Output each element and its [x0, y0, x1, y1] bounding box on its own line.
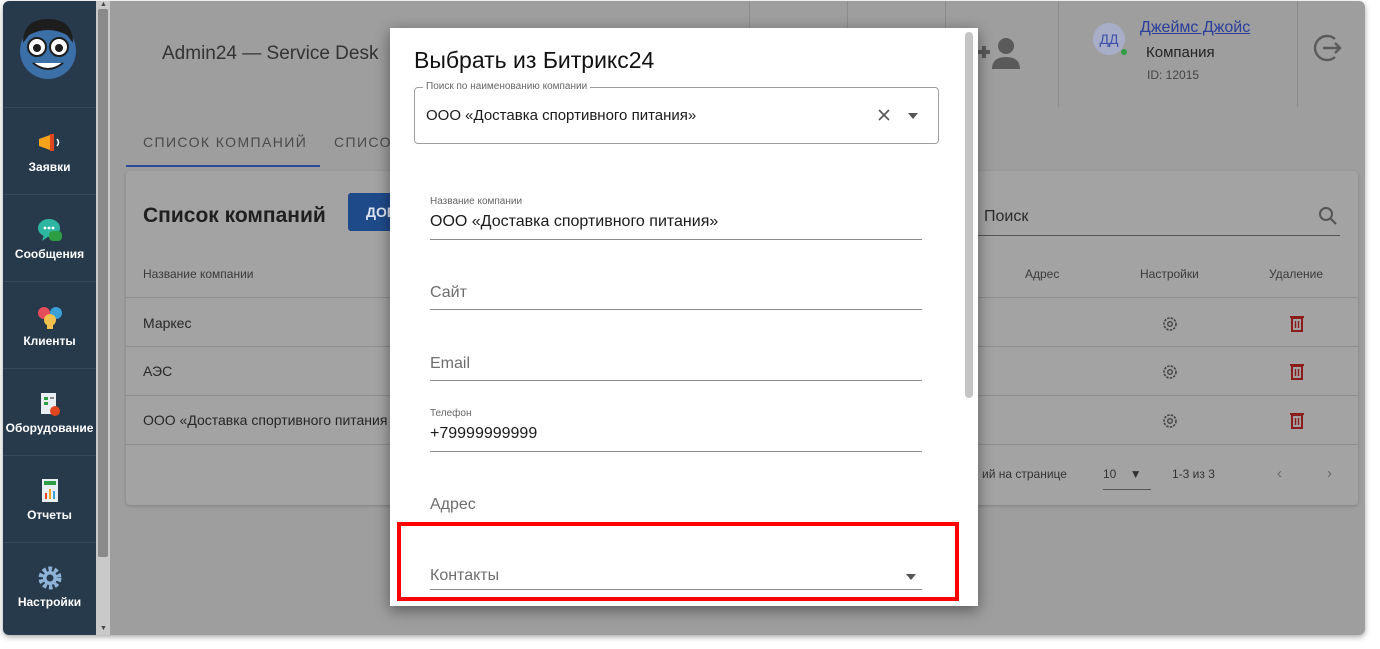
sidebar-item-settings[interactable]: Настройки [3, 542, 96, 628]
settings-gear-icon[interactable] [1161, 363, 1179, 381]
trash-icon[interactable] [1289, 314, 1305, 332]
table-row[interactable]: Маркес [143, 315, 191, 331]
gear-icon [38, 566, 62, 590]
sidebar-item-reports[interactable]: Отчеты [3, 455, 96, 541]
column-header-delete: Удаление [1269, 267, 1324, 281]
dialog-scrollbar[interactable] [965, 32, 973, 398]
dialog-title: Выбрать из Битрикс24 [414, 47, 655, 73]
search-placeholder: Поиск [984, 208, 1029, 225]
chevron-down-icon: ▼ [1129, 467, 1142, 481]
user-role: Компания [1146, 44, 1215, 61]
tab-companies[interactable]: СПИСОК КОМПАНИЙ [143, 134, 307, 150]
combobox-label: Поиск по наименованию компании [423, 81, 591, 92]
settings-gear-icon[interactable] [1161, 412, 1179, 430]
tab-second[interactable]: СПИСО [334, 134, 392, 150]
trash-icon[interactable] [1289, 411, 1305, 429]
field-label: Название компании [430, 196, 523, 207]
highlight-box [397, 522, 959, 601]
divider [1297, 1, 1298, 107]
scroll-up-icon[interactable]: ▲ [100, 1, 107, 8]
column-header-name: Название компании [143, 267, 254, 281]
chat-bubble-icon [38, 219, 62, 241]
search-icon[interactable] [1318, 206, 1338, 226]
sidebar-item-label: Настройки [17, 595, 82, 609]
page-size-value: 10 [1103, 467, 1117, 481]
sidebar-item-equipment[interactable]: Оборудование [3, 368, 96, 454]
field-placeholder: Адрес [430, 496, 476, 513]
field-placeholder: Email [430, 355, 471, 372]
sidebar-item-label: Клиенты [23, 334, 76, 348]
scroll-down-icon[interactable]: ▼ [100, 625, 107, 632]
site-field[interactable]: Сайт [430, 268, 922, 310]
card-title: Список компаний [143, 204, 326, 227]
sidebar-item-label: Оборудование [5, 421, 94, 435]
chevron-down-icon[interactable] [908, 113, 918, 119]
online-status-icon [1121, 49, 1127, 55]
field-placeholder: Сайт [430, 284, 467, 301]
bitrix-select-dialog: Выбрать из Битрикс24 Поиск по наименован… [390, 28, 978, 606]
avatar-logo-icon[interactable] [15, 13, 81, 83]
report-icon [42, 479, 58, 502]
settings-gear-icon[interactable] [1161, 315, 1179, 333]
company-search-combobox[interactable]: Поиск по наименованию компании ООО «Дост… [414, 81, 939, 144]
address-field[interactable]: Адрес [430, 486, 922, 520]
equipment-icon [41, 393, 60, 416]
user-id: ID: 12015 [1147, 68, 1200, 82]
field-label: Телефон [430, 408, 472, 419]
sidebar-item-requests[interactable]: Заявки [3, 107, 96, 193]
rows-per-page-label: ий на странице [982, 467, 1067, 481]
company-name-field[interactable]: Название компании ООО «Доставка спортивн… [430, 193, 922, 240]
next-page-icon[interactable]: › [1327, 465, 1332, 482]
scrollbar-thumb[interactable] [98, 9, 108, 557]
page-scrollbar[interactable]: ▲ ▼ [96, 1, 110, 635]
prev-page-icon[interactable]: ‹ [1277, 465, 1282, 482]
app-title: Admin24 — Service Desk [162, 43, 379, 64]
logout-icon[interactable] [1309, 31, 1343, 65]
field-value: ООО «Доставка спортивного питания» [430, 213, 719, 230]
sidebar-item-clients[interactable]: Клиенты [3, 281, 96, 367]
sidebar-item-label: Заявки [28, 160, 71, 174]
clients-icon [38, 307, 62, 329]
trash-icon[interactable] [1289, 362, 1305, 380]
email-field[interactable]: Email [430, 338, 922, 381]
sidebar-item-label: Сообщения [14, 247, 85, 261]
sidebar-item-label: Отчеты [27, 508, 72, 522]
user-name-link[interactable]: Джеймс Джойс [1140, 19, 1250, 37]
divider [1058, 1, 1059, 107]
search-input[interactable]: Поиск [978, 204, 1340, 236]
add-user-icon[interactable] [978, 35, 1026, 71]
sidebar-item-messages[interactable]: Сообщения [3, 194, 96, 280]
table-row[interactable]: ООО «Доставка спортивного питания [143, 412, 387, 428]
clear-icon[interactable] [876, 107, 892, 123]
field-value: +79999999999 [430, 425, 538, 442]
table-row[interactable]: АЭС [143, 363, 172, 379]
column-header-settings: Настройки [1140, 267, 1199, 281]
rows-per-page-select[interactable]: 10 ▼ [1103, 467, 1151, 490]
combobox-value: ООО «Доставка спортивного питания» [426, 107, 697, 124]
sidebar: Заявки Сообщения Клиенты Оборудование От… [3, 1, 96, 635]
page-range: 1-3 из 3 [1172, 467, 1215, 481]
tab-active-indicator [126, 165, 320, 167]
phone-field[interactable]: Телефон +79999999999 [430, 404, 922, 452]
megaphone-icon [39, 134, 60, 151]
column-header-address: Адрес [1025, 267, 1060, 281]
